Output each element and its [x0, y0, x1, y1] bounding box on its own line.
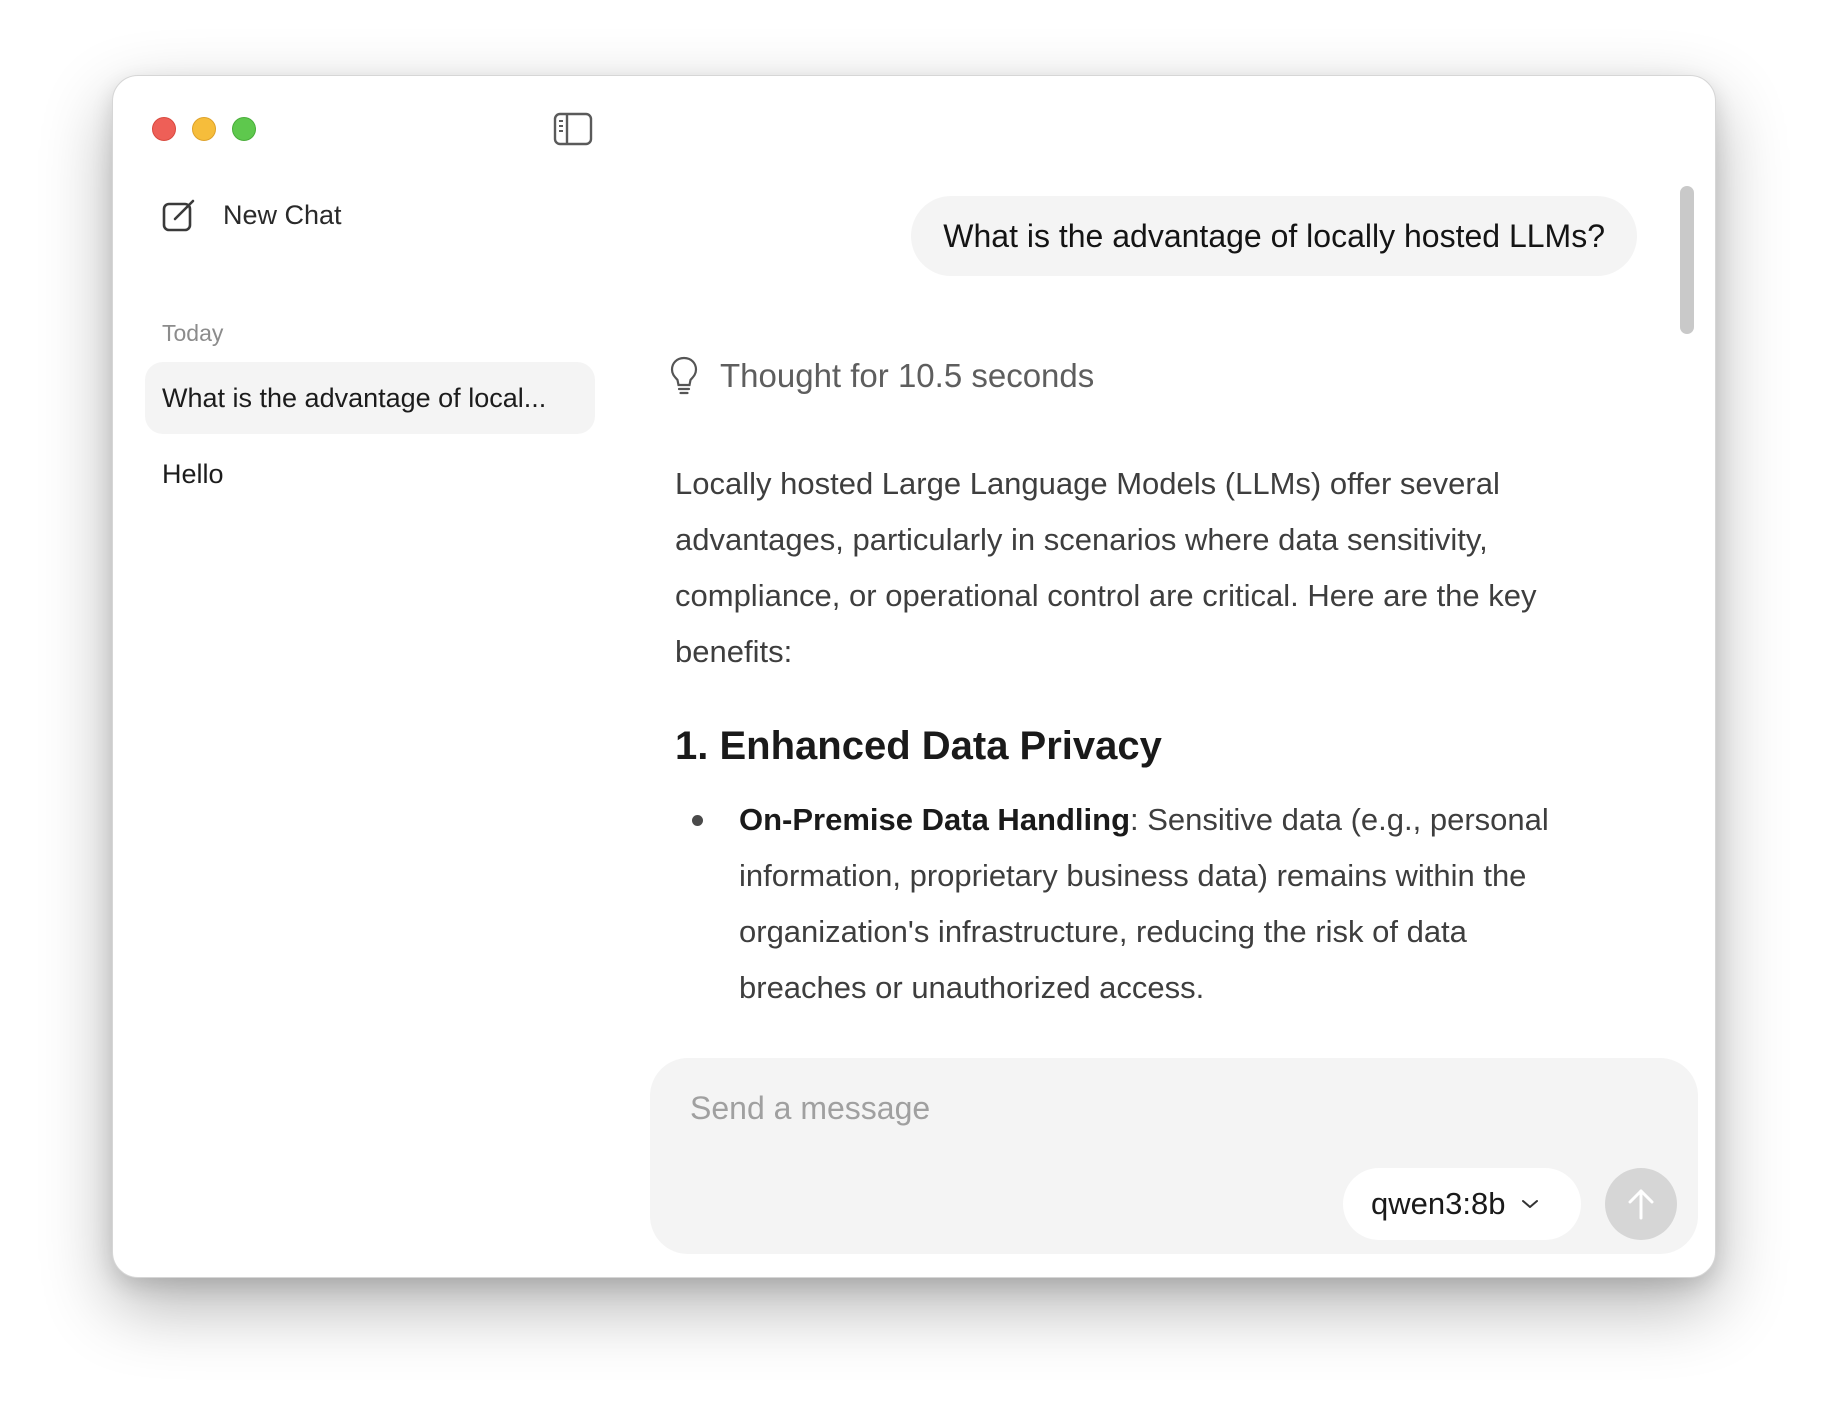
- model-label: qwen3:8b: [1371, 1186, 1506, 1221]
- model-selector[interactable]: qwen3:8b: [1343, 1168, 1581, 1240]
- maximize-window-button[interactable]: [232, 117, 256, 141]
- user-message-text: What is the advantage of locally hosted …: [943, 217, 1605, 254]
- new-chat-label: New Chat: [223, 199, 342, 230]
- history-item[interactable]: Hello: [145, 438, 595, 510]
- compose-icon: [162, 199, 195, 232]
- arrow-up-icon: [1628, 1189, 1654, 1220]
- new-chat-button[interactable]: New Chat: [161, 197, 342, 233]
- response-heading: 1. Enhanced Data Privacy: [675, 724, 1162, 768]
- sidebar-toggle-icon: [553, 112, 593, 146]
- thought-label: Thought for 10.5 seconds: [720, 357, 1095, 394]
- send-button[interactable]: [1605, 1168, 1677, 1240]
- sidebar-toggle-button[interactable]: [553, 112, 593, 146]
- close-window-button[interactable]: [152, 117, 176, 141]
- history-item-label: What is the advantage of local...: [162, 382, 547, 413]
- scrollbar-thumb[interactable]: [1680, 186, 1694, 334]
- minimize-window-button[interactable]: [192, 117, 216, 141]
- history-item-active[interactable]: What is the advantage of local...: [145, 362, 595, 434]
- message-composer: qwen3:8b: [650, 1058, 1698, 1254]
- lightbulb-icon: [670, 356, 698, 395]
- assistant-response: Locally hosted Large Language Models (LL…: [675, 456, 1595, 1016]
- list-item: On-Premise Data Handling: Sensitive data…: [675, 792, 1595, 1016]
- user-message-bubble: What is the advantage of locally hosted …: [911, 196, 1637, 276]
- message-input[interactable]: [690, 1086, 1590, 1130]
- history-section-label: Today: [162, 320, 224, 346]
- list-item-title: On-Premise Data Handling: [739, 802, 1131, 837]
- thought-toggle[interactable]: Thought for 10.5 seconds: [670, 356, 1094, 396]
- app-window: New Chat Today What is the advantage of …: [112, 75, 1716, 1278]
- bullet-marker: [692, 815, 703, 826]
- window-controls: [152, 117, 256, 141]
- response-intro: Locally hosted Large Language Models (LL…: [675, 466, 1537, 669]
- history-item-label: Hello: [162, 458, 224, 489]
- chevron-down-icon: [1522, 1200, 1539, 1208]
